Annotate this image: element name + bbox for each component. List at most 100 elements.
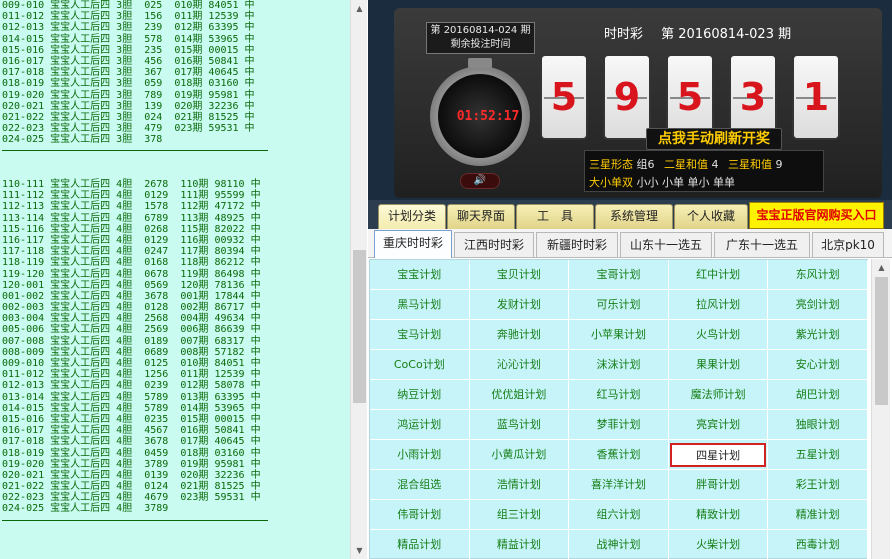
plan-item-label: 宝马计划 [397,328,442,341]
log-line: 012-013 宝宝人工后四 3胆 239 012期 63395 中 [2,22,255,34]
plan-item[interactable]: 混合组选 [370,470,470,500]
log-line: 007-008 宝宝人工后四 4胆 0189 007期 68317 中 [2,335,261,347]
plan-item[interactable]: 宝马计划 [370,320,470,350]
plan-item-label: 伟哥计划 [397,508,442,521]
plan-item[interactable]: 独眼计划 [768,410,868,440]
plan-item[interactable]: 优优姐计划 [469,380,570,410]
plan-item[interactable]: 战神计划 [569,530,669,559]
plan-item[interactable]: 火柴计划 [669,530,769,559]
plan-item[interactable]: 组六计划 [569,500,669,530]
tab-favorites[interactable]: 个人收藏 [674,204,748,229]
plan-item-label: 优优姐计划 [491,388,547,401]
tab-chongqing[interactable]: 重庆时时彩 [374,230,452,258]
sound-toggle-button[interactable]: 🔊 [460,173,500,189]
plan-item-label: 宝贝计划 [496,268,541,281]
form-row-2: 大小单双 小小 小单 单小 单单 [589,176,735,189]
plan-item[interactable]: 宝贝计划 [469,260,570,290]
plan-item[interactable]: 奔驰计划 [469,320,570,350]
tab-jiangxi[interactable]: 江西时时彩 [454,232,534,257]
log-scrollbar[interactable]: ▲ ▼ [350,0,367,559]
plan-item-label: 小黄瓜计划 [491,448,547,461]
plan-item-label: 火柴计划 [696,538,741,551]
plan-item[interactable]: 拉风计划 [668,290,769,320]
plan-item[interactable]: 胖哥计划 [668,470,769,500]
plan-item[interactable]: 可乐计划 [569,290,669,320]
tab-system[interactable]: 系统管理 [595,204,673,229]
plan-item[interactable]: 亮宾计划 [668,410,769,440]
plan-item-label: 鸿运计划 [397,418,442,431]
plan-item-label: 胡巴计划 [795,388,840,401]
plan-item[interactable]: 精准计划 [768,500,868,530]
plan-item[interactable]: 果果计划 [668,350,769,380]
plan-item[interactable]: 小黄瓜计划 [469,440,570,470]
tab-shandong[interactable]: 山东十一选五 [620,232,712,257]
plan-item[interactable]: 沫沫计划 [569,350,669,380]
scroll-up-icon[interactable]: ▲ [351,0,368,17]
plan-item[interactable]: 红马计划 [569,380,669,410]
log-scroll-thumb[interactable] [353,250,366,403]
plan-item[interactable]: 发财计划 [469,290,570,320]
plan-item[interactable]: 精益计划 [470,530,570,559]
plan-item[interactable]: 小雨计划 [370,440,470,470]
plan-item[interactable]: 精致计划 [668,500,769,530]
plan-item[interactable]: 组三计划 [469,500,570,530]
tab-plan-categories[interactable]: 计划分类 [378,204,446,229]
plan-item-label: 组六计划 [596,508,641,521]
plan-item[interactable]: 彩王计划 [768,470,868,500]
tab-xinjiang[interactable]: 新疆时时彩 [536,232,618,257]
plan-item[interactable]: 四星计划 [668,440,769,470]
plan-item[interactable]: 宝哥计划 [569,260,669,290]
log-line: 009-010 宝宝人工后四 3胆 025 010期 84051 中 [2,0,255,11]
log-line: 022-023 宝宝人工后四 3胆 479 023期 59531 中 [2,123,255,135]
log-line: 120-001 宝宝人工后四 4胆 0569 120期 78136 中 [2,279,261,291]
plan-item[interactable]: 西毒计划 [768,530,868,559]
plan-scroll-thumb[interactable] [875,277,888,405]
plan-item[interactable]: 魔法师计划 [668,380,769,410]
plan-item[interactable]: 鸿运计划 [370,410,470,440]
scroll-down-icon[interactable]: ▼ [351,542,368,559]
plan-item[interactable]: CoCo计划 [370,350,470,380]
tab-guangdong[interactable]: 广东十一选五 [714,232,810,257]
plan-item-label: 蓝鸟计划 [496,418,541,431]
plan-item[interactable]: 小苹果计划 [569,320,669,350]
plan-item[interactable]: 东风计划 [768,260,868,290]
plan-grid: 宝宝计划 宝贝计划 宝哥计划 红中计划 东风计划黑马计划 发财计划 可乐计划 拉风计划 亮剑计划… [369,259,868,559]
plan-scrollbar[interactable]: ▲ [871,259,890,559]
plan-item[interactable]: 纳豆计划 [370,380,470,410]
plan-item[interactable]: 喜洋洋计划 [569,470,669,500]
tab-tools[interactable]: 工 具 [516,204,594,229]
plan-item-label: 宝哥计划 [596,268,641,281]
tab-beijing-pk10[interactable]: 北京pk10 [812,232,884,257]
plan-item[interactable]: 梦菲计划 [569,410,669,440]
plan-item[interactable]: 安心计划 [768,350,868,380]
plan-item[interactable]: 五星计划 [768,440,868,470]
plan-item[interactable]: 红中计划 [668,260,769,290]
plan-item[interactable]: 浩情计划 [469,470,570,500]
plan-item-label: 魔法师计划 [690,388,746,401]
plan-item-label: 西毒计划 [795,538,840,551]
log-line: 022-023 宝宝人工后四 4胆 4679 023期 59531 中 [2,492,261,504]
plan-item[interactable]: 胡巴计划 [768,380,868,410]
plan-item[interactable]: 沁沁计划 [469,350,570,380]
plan-item[interactable]: 精品计划 [370,530,470,559]
plan-item-label: 红中计划 [696,268,741,281]
plan-item[interactable]: 香蕉计划 [569,440,669,470]
plan-item[interactable]: 亮剑计划 [768,290,868,320]
plan-item[interactable]: 黑马计划 [370,290,470,320]
tab-chat[interactable]: 聊天界面 [447,204,515,229]
plan-item[interactable]: 伟哥计划 [370,500,470,530]
plan-item-label: 喜洋洋计划 [590,478,646,491]
plan-item[interactable]: 蓝鸟计划 [469,410,570,440]
plan-item[interactable]: 紫光计划 [768,320,868,350]
plan-item-label: 组三计划 [496,508,541,521]
right-panel: 第 20160814-024 期 剩余投注时间 01:52:17 🔊 时时彩 第… [368,0,892,559]
plan-item[interactable]: 火鸟计划 [668,320,769,350]
buy-official-button[interactable]: 宝宝正版官网购买入口 [749,202,884,229]
refresh-draw-button[interactable]: 点我手动刷新开奖 [646,128,782,150]
plan-item[interactable]: 宝宝计划 [370,260,470,290]
scroll-up-icon[interactable]: ▲ [872,259,891,276]
stopwatch-face: 01:52:17 [438,74,522,158]
main-menu-tabs: 计划分类 聊天界面 工 具 系统管理 个人收藏 宝宝正版官网购买入口 [368,200,892,229]
